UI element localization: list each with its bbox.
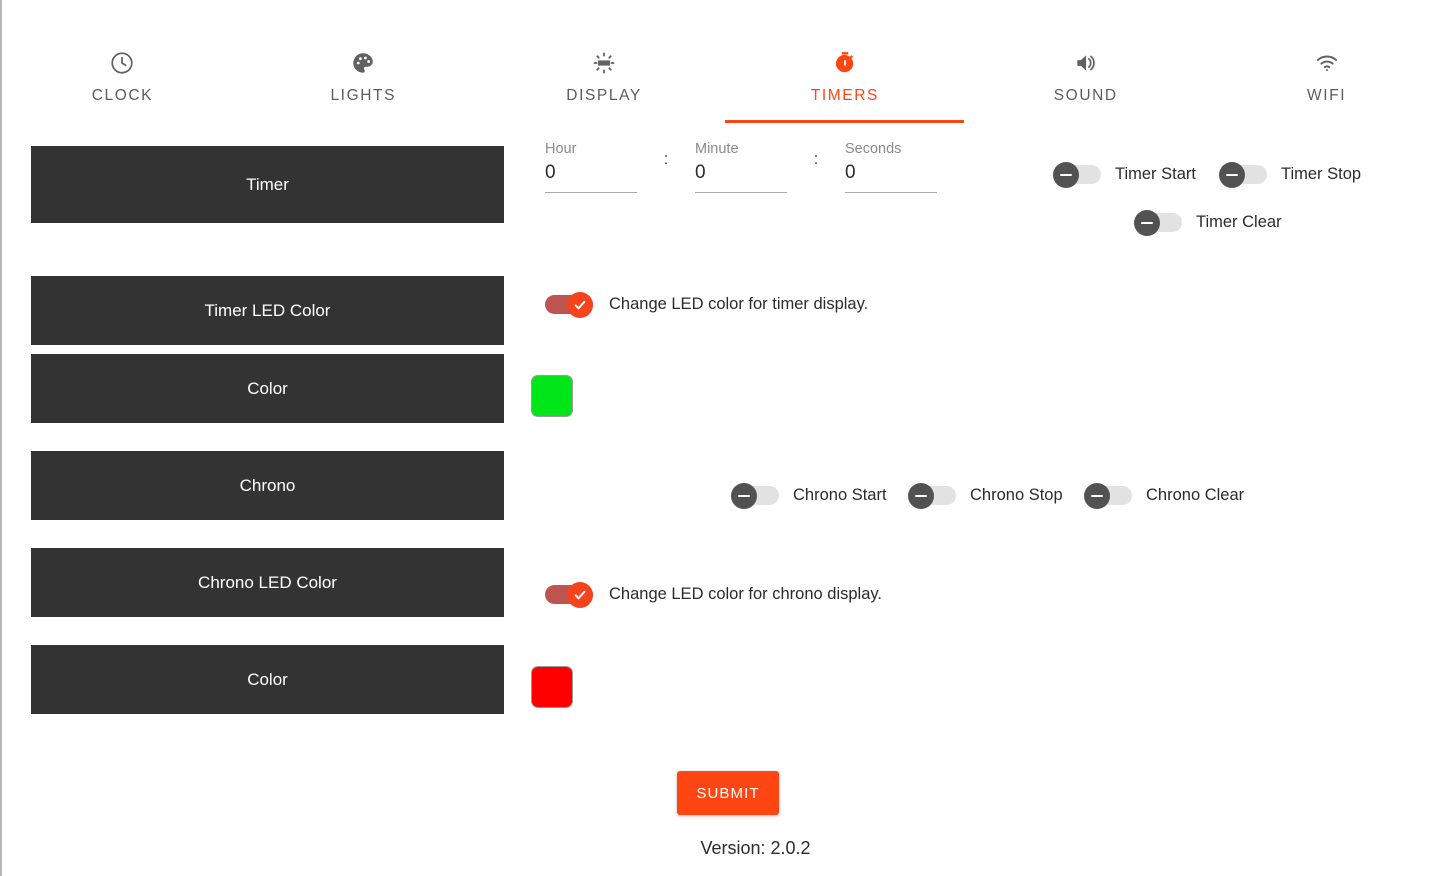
- tab-timers[interactable]: TIMERS: [724, 30, 965, 123]
- tab-display[interactable]: DISPLAY: [484, 30, 725, 120]
- tab-clock-underline: [2, 120, 243, 123]
- main-tab-bar: CLOCK LIGHTS DISPLAY TIMERS SOUND WIFI: [2, 30, 1445, 123]
- chrono-stop-label: Chrono Stop: [970, 485, 1063, 504]
- tab-clock[interactable]: CLOCK: [2, 30, 243, 120]
- minute-field: Minute 0: [695, 140, 787, 193]
- app-root: CLOCK LIGHTS DISPLAY TIMERS SOUND WIFI T…: [0, 0, 1445, 876]
- timer-start-toggle[interactable]: [1053, 162, 1101, 188]
- chrono-color-button[interactable]: Color: [31, 645, 504, 714]
- seconds-field: Seconds 0: [845, 140, 937, 193]
- timer-clear-toggle[interactable]: [1134, 210, 1182, 236]
- chrono-color-swatch[interactable]: [531, 666, 573, 708]
- wifi-icon: [1314, 48, 1340, 78]
- timer-led-toggle-row: Change LED color for timer display.: [545, 292, 869, 318]
- toggle-thumb: [1053, 162, 1079, 188]
- tab-clock-label: CLOCK: [91, 87, 154, 104]
- tab-display-label: DISPLAY: [566, 87, 642, 104]
- check-icon: [574, 590, 586, 600]
- timer-start-row: Timer Start: [1053, 162, 1196, 188]
- chrono-clear-label: Chrono Clear: [1146, 485, 1245, 504]
- speaker-icon: [1073, 48, 1099, 78]
- chrono-start-label: Chrono Start: [793, 485, 887, 504]
- settings-pane: Hour 0 : Minute 0 : Seconds 0 Timer Star…: [504, 120, 1445, 876]
- timer-clear-row: Timer Clear: [1134, 210, 1282, 236]
- chrono-clear-toggle[interactable]: [1084, 483, 1132, 509]
- chrono-clear-row: Chrono Clear: [1084, 483, 1245, 509]
- toggle-thumb: [1134, 210, 1160, 236]
- seconds-label: Seconds: [845, 141, 902, 157]
- timer-color-button[interactable]: Color: [31, 354, 504, 423]
- timer-led-color-toggle[interactable]: [545, 292, 593, 318]
- hour-minute-separator: :: [663, 149, 669, 168]
- timer-stop-label: Timer Stop: [1281, 164, 1362, 183]
- minus-icon: [1141, 221, 1153, 225]
- timer-start-label: Timer Start: [1115, 164, 1196, 183]
- tab-lights-underline: [243, 120, 484, 123]
- brightness-icon: [591, 48, 617, 78]
- chrono-start-row: Chrono Start: [731, 483, 887, 509]
- version-label: Version: 2.0.2: [700, 838, 811, 858]
- chrono-led-color-hint: Change LED color for chrono display.: [609, 584, 883, 603]
- chrono-button[interactable]: Chrono: [31, 451, 504, 520]
- chrono-led-color-button[interactable]: Chrono LED Color: [31, 548, 504, 617]
- tab-wifi[interactable]: WIFI: [1206, 30, 1445, 120]
- submit-button[interactable]: SUBMIT: [677, 771, 779, 815]
- seconds-input[interactable]: 0: [845, 158, 937, 193]
- hour-label: Hour: [545, 141, 577, 157]
- tab-timers-label: TIMERS: [810, 87, 879, 104]
- toggle-thumb: [567, 582, 593, 608]
- hour-field: Hour 0: [545, 140, 637, 193]
- clock-icon: [109, 48, 135, 78]
- timer-led-color-hint: Change LED color for timer display.: [609, 294, 869, 313]
- minus-icon: [915, 494, 927, 498]
- minute-input[interactable]: 0: [695, 158, 787, 193]
- toggle-thumb: [731, 483, 757, 509]
- minus-icon: [738, 494, 750, 498]
- minute-label: Minute: [695, 141, 739, 157]
- toggle-thumb: [908, 483, 934, 509]
- timer-led-color-button[interactable]: Timer LED Color: [31, 276, 504, 345]
- timer-stop-row: Timer Stop: [1219, 162, 1362, 188]
- timer-stop-toggle[interactable]: [1219, 162, 1267, 188]
- section-button-column: Timer Timer LED Color Color Chrono Chron…: [31, 146, 504, 714]
- tab-sound-label: SOUND: [1053, 87, 1118, 104]
- minus-icon: [1226, 173, 1238, 177]
- minus-icon: [1060, 173, 1072, 177]
- minute-seconds-separator: :: [813, 149, 819, 168]
- palette-icon: [350, 48, 376, 78]
- check-icon: [574, 300, 586, 310]
- toggle-thumb: [567, 292, 593, 318]
- chrono-stop-toggle[interactable]: [908, 483, 956, 509]
- tab-sound[interactable]: SOUND: [965, 30, 1206, 120]
- timer-clear-label: Timer Clear: [1196, 212, 1282, 231]
- chrono-led-color-toggle[interactable]: [545, 582, 593, 608]
- stopwatch-icon: [832, 48, 858, 78]
- tab-lights[interactable]: LIGHTS: [243, 30, 484, 120]
- chrono-start-toggle[interactable]: [731, 483, 779, 509]
- timer-duration-inputs: Hour 0 : Minute 0 : Seconds 0: [545, 140, 937, 193]
- tab-wifi-label: WIFI: [1306, 87, 1347, 104]
- chrono-led-toggle-row: Change LED color for chrono display.: [545, 582, 883, 608]
- toggle-thumb: [1219, 162, 1245, 188]
- timer-button[interactable]: Timer: [31, 146, 504, 223]
- toggle-thumb: [1084, 483, 1110, 509]
- tab-lights-label: LIGHTS: [330, 87, 397, 104]
- timer-color-swatch[interactable]: [531, 375, 573, 417]
- minus-icon: [1091, 494, 1103, 498]
- hour-input[interactable]: 0: [545, 158, 637, 193]
- chrono-stop-row: Chrono Stop: [908, 483, 1063, 509]
